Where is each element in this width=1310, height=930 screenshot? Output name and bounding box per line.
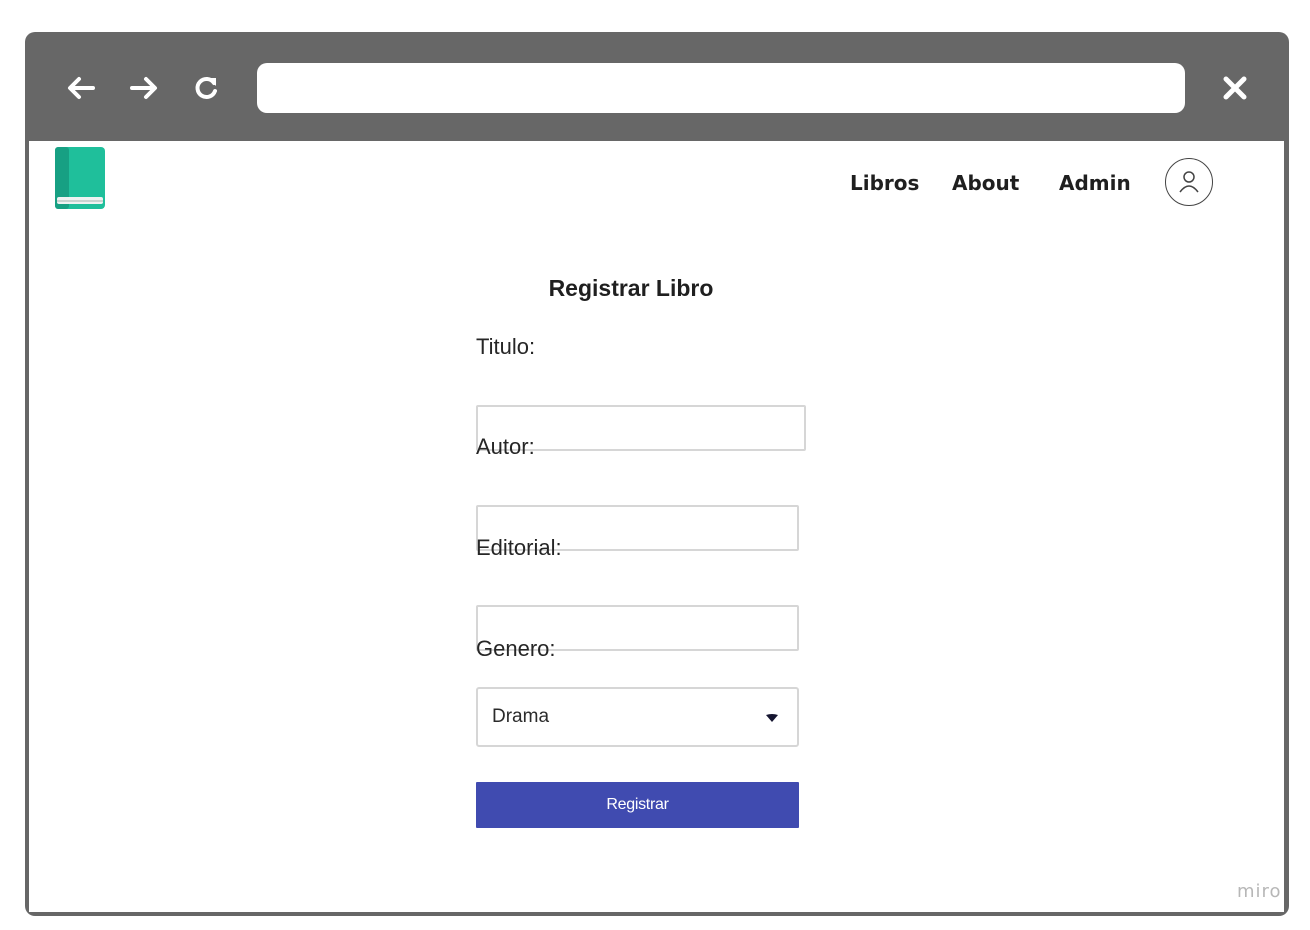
user-icon [1179, 171, 1199, 193]
reload-button[interactable] [189, 70, 225, 106]
registrar-button[interactable]: Registrar [476, 782, 799, 828]
user-avatar-button[interactable] [1165, 158, 1213, 206]
genero-select[interactable]: Drama [476, 687, 799, 747]
browser-toolbar [25, 32, 1289, 141]
book-icon [55, 147, 105, 209]
site-logo[interactable] [55, 147, 105, 209]
miro-watermark: miro [1237, 881, 1282, 902]
genero-selected-value: Drama [492, 706, 550, 727]
forward-button[interactable] [126, 70, 162, 106]
form-title: Registrar Libro [548, 275, 714, 301]
nav-admin[interactable]: Admin [1059, 171, 1131, 201]
nav-about[interactable]: About [952, 171, 1019, 201]
browser-window: Libros About Admin Registrar Libro Titul… [25, 32, 1289, 916]
titulo-label: Titulo: [476, 334, 536, 359]
forward-arrow-icon [130, 77, 157, 99]
close-window-button[interactable] [1217, 70, 1253, 106]
genero-label: Genero: [476, 636, 556, 661]
back-button[interactable] [63, 70, 99, 106]
reload-icon [195, 77, 217, 99]
back-arrow-icon [68, 77, 95, 99]
close-icon [1223, 76, 1247, 100]
editorial-label: Editorial: [476, 535, 562, 560]
caret-down-icon [766, 714, 778, 722]
nav-libros[interactable]: Libros [850, 171, 919, 201]
address-bar[interactable] [257, 63, 1185, 113]
autor-label: Autor: [476, 434, 535, 459]
page-viewport: Libros About Admin Registrar Libro Titul… [29, 141, 1284, 912]
